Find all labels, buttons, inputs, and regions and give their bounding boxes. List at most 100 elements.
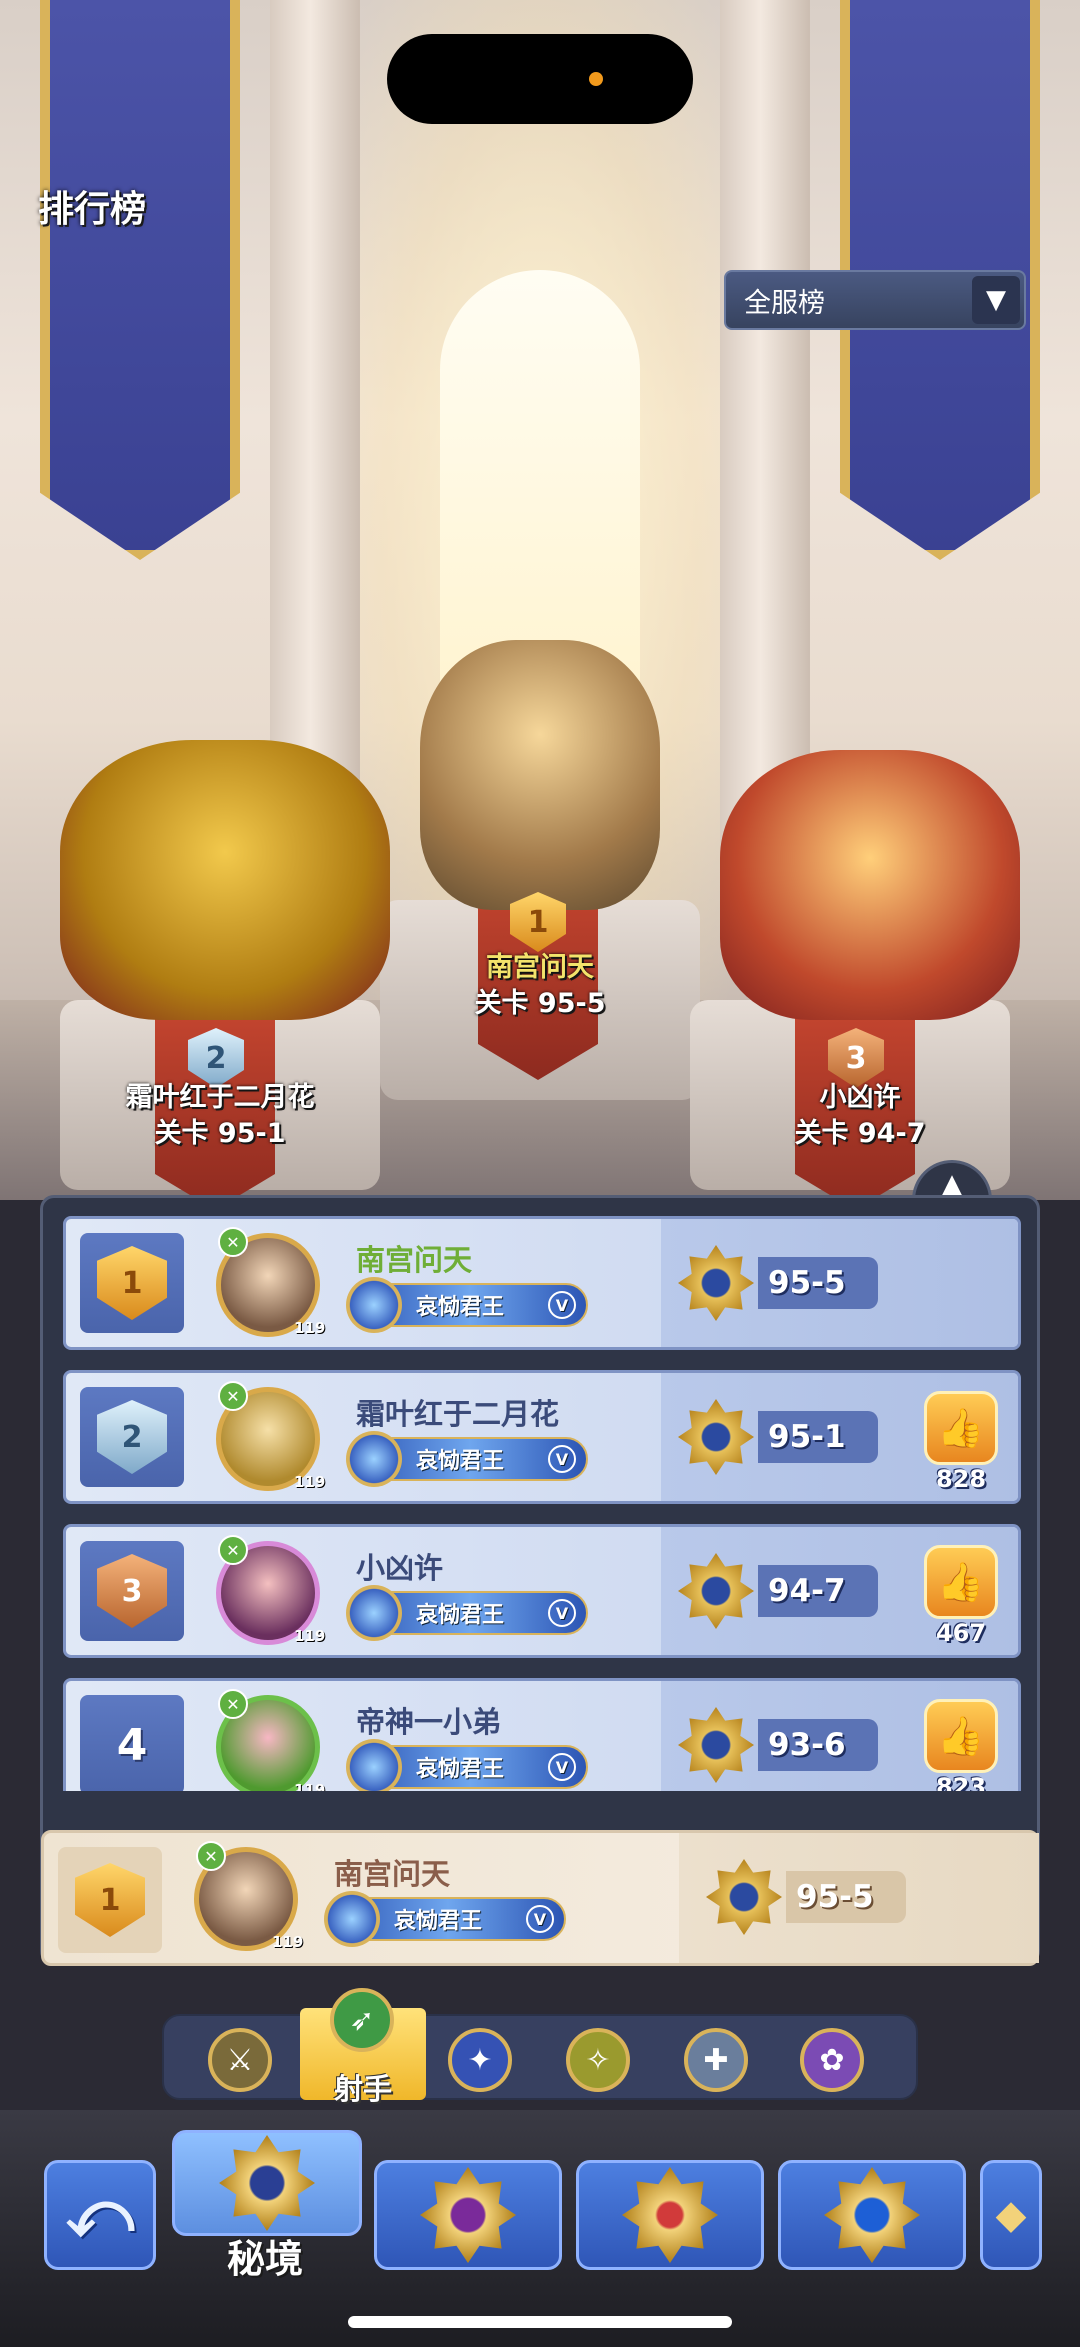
- vip-icon: V: [548, 1445, 576, 1473]
- avatar-level: 119: [294, 1319, 326, 1337]
- rank-3-badge: 3: [97, 1554, 167, 1628]
- rank-cell: 4: [80, 1695, 184, 1791]
- stage-emblem-icon: [678, 1553, 754, 1629]
- class-filter-bar: ⚔ ➶ 射手 ✦ ✧ ✚ ✿: [162, 1988, 918, 2106]
- priest-icon[interactable]: ✚: [684, 2028, 748, 2092]
- rank-1-badge: 1: [97, 1246, 167, 1320]
- vip-icon: V: [548, 1753, 576, 1781]
- assassin-icon[interactable]: ✧: [566, 2028, 630, 2092]
- title-gem-icon: [346, 1431, 402, 1487]
- server-filter-value: 全服榜: [744, 287, 825, 319]
- class-badge-icon: ✕: [218, 1381, 248, 1411]
- like-button[interactable]: 👍: [924, 1391, 998, 1465]
- nav-secret-realm-label: 秘境: [226, 2237, 303, 2281]
- home-indicator[interactable]: [348, 2316, 732, 2328]
- ranking-list[interactable]: 1 ✕ 119 南宫问天 哀恸君王 V 95-5 2 ✕ 119 霜叶红于二月花 …: [63, 1216, 1021, 1791]
- title-gem-icon: [324, 1891, 380, 1947]
- back-button[interactable]: ⤺: [44, 2160, 156, 2270]
- rank-cell: 3: [80, 1541, 184, 1641]
- hero-1-avatar[interactable]: [420, 640, 660, 910]
- podium-name-3: 小凶许: [819, 1082, 901, 1113]
- class-badge-icon: ✕: [218, 1535, 248, 1565]
- rank-cell: 1: [80, 1233, 184, 1333]
- avatar-level: 119: [294, 1473, 326, 1491]
- rank-cell: 1: [58, 1847, 162, 1953]
- avatar-level: 119: [272, 1933, 304, 1951]
- rank-cell: 2: [80, 1387, 184, 1487]
- nav-secret-realm[interactable]: [172, 2130, 362, 2236]
- ranking-row[interactable]: 3 ✕ 119 小凶许 哀恸君王 V 94-7 👍 467: [63, 1524, 1021, 1658]
- stage-value: 93-6: [758, 1719, 878, 1771]
- page-title: 排行榜: [38, 189, 147, 230]
- stage-value: 95-1: [758, 1411, 878, 1463]
- my-ranking-row[interactable]: 1 ✕ 119 南宫问天 哀恸君王 V 95-5: [41, 1830, 1039, 1966]
- podium-stage-1: 关卡 95-5: [474, 988, 606, 1019]
- nav-guild[interactable]: [576, 2160, 764, 2270]
- ranking-row[interactable]: 4 ✕ 119 帝神一小弟 哀恸君王 V 93-6 👍 823: [63, 1678, 1021, 1791]
- chevron-up-icon: ▲: [942, 1168, 962, 1199]
- podium-name-2: 霜叶红于二月花: [125, 1082, 315, 1113]
- rank-number: 4: [116, 1719, 148, 1771]
- camera-notch: [387, 34, 693, 124]
- stage-emblem-icon: [678, 1245, 754, 1321]
- privacy-indicator: [589, 72, 603, 86]
- thumbs-up-icon: 👍: [937, 1405, 985, 1450]
- title-badge: 哀恸君王 V: [346, 1431, 588, 1487]
- summoner-icon[interactable]: ✿: [800, 2028, 864, 2092]
- hero-3-avatar[interactable]: [720, 750, 1020, 1020]
- vip-icon: V: [526, 1905, 554, 1933]
- like-count: 823: [935, 1773, 987, 1791]
- crown-icon: [622, 2167, 718, 2263]
- my-rank-badge: 1: [75, 1863, 145, 1937]
- player-name: 南宫问天: [334, 1857, 451, 1891]
- nav-tower[interactable]: [778, 2160, 966, 2270]
- player-name: 帝神一小弟: [356, 1705, 502, 1739]
- player-name: 小凶许: [356, 1551, 444, 1585]
- stage-value: 94-7: [758, 1565, 878, 1617]
- server-filter-dropdown[interactable]: 全服榜 ▼: [724, 270, 1026, 330]
- avatar-level: 119: [294, 1781, 326, 1791]
- nav-more[interactable]: ◆: [980, 2160, 1042, 2270]
- like-count: 828: [935, 1465, 987, 1493]
- arena-icon: [420, 2167, 516, 2263]
- vip-icon: V: [548, 1291, 576, 1319]
- podium-stage-2: 关卡 95-1: [154, 1118, 286, 1149]
- class-badge-icon: ✕: [218, 1689, 248, 1719]
- title-gem-icon: [346, 1277, 402, 1333]
- title-badge: 哀恸君王 V: [346, 1739, 588, 1791]
- like-button[interactable]: 👍: [924, 1699, 998, 1773]
- mage-icon[interactable]: ✦: [448, 2028, 512, 2092]
- thumbs-up-icon: 👍: [937, 1559, 985, 1604]
- like-button[interactable]: 👍: [924, 1545, 998, 1619]
- podium-stage-3: 关卡 94-7: [794, 1118, 926, 1149]
- player-name: 南宫问天: [356, 1243, 473, 1277]
- warrior-icon[interactable]: ⚔: [208, 2028, 272, 2092]
- hero-2-avatar[interactable]: [60, 740, 390, 1020]
- title-badge: 哀恸君王 V: [324, 1891, 566, 1947]
- stage-value: 95-5: [786, 1871, 906, 1923]
- stage-emblem-icon: [678, 1707, 754, 1783]
- class-badge-icon: ✕: [196, 1841, 226, 1871]
- ranking-row[interactable]: 2 ✕ 119 霜叶红于二月花 哀恸君王 V 95-1 👍 828: [63, 1370, 1021, 1504]
- ranking-row[interactable]: 1 ✕ 119 南宫问天 哀恸君王 V 95-5: [63, 1216, 1021, 1350]
- title-badge: 哀恸君王 V: [346, 1585, 588, 1641]
- podium-scene: 2 1 3 霜叶红于二月花 关卡 95-1 南宫问天 关卡 95-5 小凶许 关…: [0, 0, 1080, 1200]
- avatar-level: 119: [294, 1627, 326, 1645]
- archer-icon[interactable]: ➶: [330, 1988, 394, 2052]
- stage-emblem-icon: [678, 1399, 754, 1475]
- podium-label-3: 小凶许 关卡 94-7: [700, 1080, 1020, 1152]
- title-badge: 哀恸君王 V: [346, 1277, 588, 1333]
- ranking-panel: 1 ✕ 119 南宫问天 哀恸君王 V 95-5 2 ✕ 119 霜叶红于二月花 …: [40, 1195, 1040, 1966]
- tab-archer-label[interactable]: 射手: [300, 2066, 426, 2108]
- stage-value: 95-5: [758, 1257, 878, 1309]
- title-gem-icon: [346, 1585, 402, 1641]
- nav-arena[interactable]: [374, 2160, 562, 2270]
- podium-name-1: 南宫问天: [486, 952, 594, 983]
- back-arrow-icon: ⤺: [65, 2178, 135, 2252]
- chevron-down-icon[interactable]: ▼: [972, 276, 1020, 324]
- rank-2-badge: 2: [97, 1400, 167, 1474]
- left-banner: [40, 0, 240, 560]
- stage-emblem-icon: [706, 1859, 782, 1935]
- title-gem-icon: [346, 1739, 402, 1791]
- podium-label-1: 南宫问天 关卡 95-5: [380, 950, 700, 1022]
